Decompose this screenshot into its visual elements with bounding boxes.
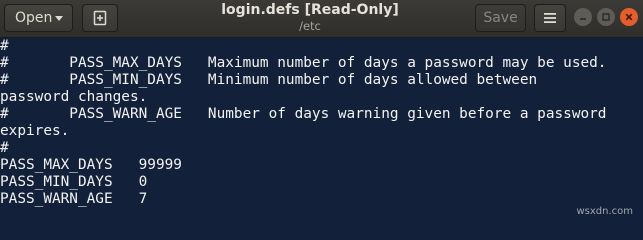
title-area: login.defs [Read-Only] /etc	[160, 2, 460, 33]
open-button[interactable]: Open	[4, 4, 73, 32]
editor-line: # PASS_WARN_AGE Number of days warning g…	[0, 106, 607, 122]
app-menu-button[interactable]	[534, 4, 566, 32]
header-bar: Open login.defs [Read-Only] /etc Save	[0, 0, 643, 38]
minimize-icon	[580, 18, 586, 20]
editor-line: password changes.	[0, 89, 148, 105]
save-button[interactable]: Save	[475, 4, 526, 32]
hamburger-menu-icon	[544, 13, 556, 23]
editor-line: #	[0, 38, 9, 54]
new-document-icon	[93, 10, 107, 26]
editor-line: PASS_WARN_AGE 7	[0, 191, 148, 207]
editor-line: #	[0, 140, 9, 156]
chevron-down-icon	[55, 16, 63, 21]
maximize-button[interactable]	[597, 8, 615, 26]
window-subtitle: /etc	[299, 19, 321, 33]
editor-line: # PASS_MIN_DAYS Minimum number of days a…	[0, 72, 538, 88]
editor-line: expires.	[0, 123, 70, 139]
window-title: login.defs [Read-Only]	[221, 2, 399, 18]
close-icon	[625, 13, 633, 21]
gedit-window: Open login.defs [Read-Only] /etc Save # …	[0, 0, 643, 220]
editor-line: PASS_MAX_DAYS 99999	[0, 157, 182, 173]
watermark: wsxdn.com	[576, 206, 633, 217]
minimize-button[interactable]	[574, 8, 592, 26]
open-button-label: Open	[15, 10, 53, 26]
text-editor-area[interactable]: # # PASS_MAX_DAYS Maximum number of days…	[0, 38, 643, 220]
save-button-label: Save	[483, 10, 518, 26]
editor-line: PASS_MIN_DAYS 0	[0, 174, 148, 190]
maximize-icon	[602, 13, 610, 21]
editor-line: # PASS_MAX_DAYS Maximum number of days a…	[0, 55, 607, 71]
close-button[interactable]	[620, 8, 638, 26]
new-document-button[interactable]	[82, 4, 118, 32]
